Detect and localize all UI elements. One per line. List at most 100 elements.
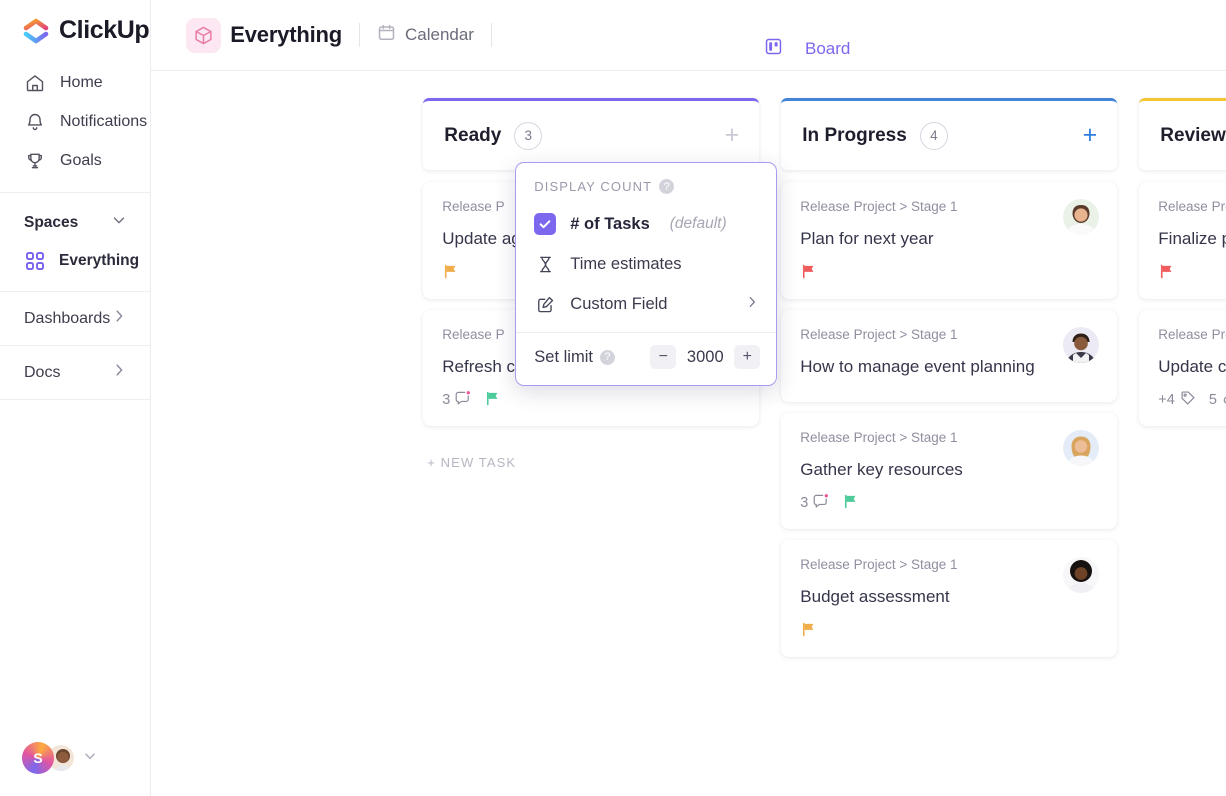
- brand-name: ClickUp: [59, 16, 150, 44]
- meta-tag[interactable]: +4: [1158, 390, 1196, 410]
- tab-calendar[interactable]: Calendar: [360, 15, 491, 55]
- chevron-right-icon: [110, 361, 128, 384]
- task-breadcrumb: Release Project > Stage 1: [1158, 326, 1226, 342]
- task-breadcrumb: Release Project > Stage 1: [1158, 199, 1226, 214]
- sidebar-item-docs-label: Docs: [24, 363, 61, 381]
- task-card[interactable]: Release Project > Stage 1 Gather key reso…: [781, 412, 1118, 529]
- new-task-button[interactable]: + NEW TASK: [423, 437, 759, 470]
- increment-button[interactable]: +: [734, 345, 761, 369]
- tab-calendar-label: Calendar: [404, 25, 474, 44]
- sidebar-item-dashboards[interactable]: Dashboards: [0, 292, 151, 346]
- comment-icon: [455, 390, 471, 410]
- popup-item-time-estimates[interactable]: Time estimates: [516, 244, 776, 284]
- task-title: Gather key resources: [800, 459, 963, 479]
- board-column: Review1+ Release Project > Stage 1 Finaliz…: [1139, 98, 1226, 796]
- task-title: Plan for next year: [800, 229, 934, 248]
- chevron-right-icon[interactable]: [744, 294, 760, 315]
- task-card[interactable]: Release Project > Stage 1 Plan for next y…: [781, 182, 1118, 299]
- task-breadcrumb: Release Project > Stage 1: [800, 557, 958, 572]
- add-task-button[interactable]: +: [1083, 123, 1098, 148]
- task-title: Update crucial key objectives: [1158, 356, 1226, 376]
- sidebar-item-home[interactable]: Home: [0, 63, 150, 102]
- tab-board-label: Board: [804, 38, 851, 56]
- task-breadcrumb: Release Project > Stage 1: [800, 429, 958, 445]
- task-meta: [800, 263, 1098, 283]
- priority-flag-icon[interactable]: [800, 621, 817, 641]
- task-card[interactable]: Release Project > Stage 1 Update crucial …: [1139, 309, 1226, 426]
- grid-dots-icon: [24, 250, 45, 271]
- sidebar: ClickUp Home Notifications Goals Spaces …: [0, 0, 152, 796]
- priority-flag-icon[interactable]: [1158, 263, 1175, 283]
- tab-board[interactable]: Board: [492, 15, 1226, 55]
- tab-everything[interactable]: Everything: [169, 15, 359, 55]
- chevron-down-icon[interactable]: [110, 211, 128, 234]
- divider: [516, 332, 777, 333]
- spaces-title: Spaces: [24, 213, 79, 231]
- help-circle-icon[interactable]: ?: [599, 349, 615, 365]
- task-card[interactable]: Release Project > Stage 1 How to manage e…: [781, 309, 1118, 402]
- clickup-app: ClickUp Home Notifications Goals Spaces …: [0, 0, 1226, 796]
- meta-comment[interactable]: 3: [442, 390, 471, 410]
- assignee-avatar[interactable]: [1063, 429, 1100, 466]
- display-count-popup: DISPLAY COUNT ? # of Tasks (default) Tim…: [515, 162, 778, 386]
- cube-icon: [186, 17, 222, 53]
- column-count: 3: [514, 121, 543, 150]
- card-list: Release Project > Stage 1 Plan for next y…: [781, 170, 1118, 657]
- assignee-avatar[interactable]: [1063, 326, 1100, 363]
- column-title: Ready: [444, 124, 502, 146]
- task-meta: [1158, 263, 1226, 283]
- task-title: Finalize project scope: [1158, 229, 1226, 248]
- priority-flag-icon[interactable]: [842, 493, 859, 513]
- sidebar-item-docs[interactable]: Docs: [0, 346, 151, 400]
- calendar-icon: [377, 23, 396, 47]
- view-tabs-bar: Everything Calendar Board: [151, 0, 1226, 71]
- bell-icon: [24, 111, 45, 132]
- home-icon: [24, 72, 45, 93]
- board-column: In Progress 4 + Release Project > Stage 1 Pl…: [781, 98, 1118, 796]
- popup-header-label: DISPLAY COUNT: [534, 179, 653, 194]
- main-area: Everything Calendar Board Ready 3 + Rele…: [151, 0, 1226, 796]
- popup-item-number-of-tasks[interactable]: # of Tasks (default): [516, 204, 776, 244]
- task-breadcrumb: Release Project > Stage 1: [800, 326, 958, 342]
- priority-flag-icon[interactable]: [800, 263, 817, 283]
- sidebar-item-goals-label: Goals: [60, 151, 102, 169]
- edit-square-icon: [534, 293, 556, 315]
- meta-paperclip[interactable]: 5: [1209, 390, 1226, 410]
- caret-down-icon[interactable]: [84, 749, 96, 767]
- spaces-header[interactable]: Spaces: [0, 205, 150, 240]
- sidebar-item-notifications[interactable]: Notifications: [0, 102, 150, 141]
- column-header[interactable]: Review1+: [1139, 98, 1226, 170]
- priority-flag-icon[interactable]: [442, 263, 459, 283]
- decrement-button[interactable]: −: [650, 345, 677, 369]
- sidebar-item-home-label: Home: [60, 73, 103, 91]
- popup-item-time-estimates-label: Time estimates: [570, 254, 682, 273]
- hourglass-icon: [534, 253, 556, 275]
- checkbox-checked-icon[interactable]: [534, 213, 557, 235]
- sidebar-item-everything[interactable]: Everything: [0, 240, 150, 281]
- board-icon: [764, 37, 783, 56]
- column-header[interactable]: In Progress 4 +: [781, 98, 1118, 170]
- meta-value: 5: [1208, 392, 1217, 408]
- sidebar-item-dashboards-label: Dashboards: [24, 309, 111, 327]
- workspace-avatar[interactable]: S: [22, 742, 54, 774]
- popup-item-custom-field[interactable]: Custom Field: [516, 284, 776, 324]
- priority-flag-icon[interactable]: [484, 390, 501, 410]
- column-header[interactable]: Ready 3 +: [423, 98, 760, 170]
- brand[interactable]: ClickUp: [0, 0, 150, 59]
- column-count: 4: [919, 121, 948, 150]
- chevron-right-icon: [110, 307, 128, 330]
- column-title: Review: [1160, 124, 1226, 146]
- sidebar-footer: S: [0, 742, 150, 796]
- limit-value[interactable]: 3000: [684, 348, 726, 367]
- tag-icon: [1180, 390, 1196, 410]
- meta-comment[interactable]: 3: [800, 493, 829, 513]
- tab-everything-label: Everything: [230, 22, 342, 47]
- sidebar-item-notifications-label: Notifications: [60, 112, 148, 130]
- task-card[interactable]: Release Project > Stage 1 Finalize projec…: [1139, 182, 1226, 299]
- add-task-button[interactable]: +: [725, 123, 740, 148]
- meta-value: +4: [1158, 392, 1175, 408]
- set-limit-label: Set limit: [534, 347, 593, 366]
- task-card[interactable]: Release Project > Stage 1 Budget assessme…: [781, 540, 1118, 657]
- sidebar-item-goals[interactable]: Goals: [0, 141, 150, 180]
- help-circle-icon[interactable]: ?: [659, 179, 675, 194]
